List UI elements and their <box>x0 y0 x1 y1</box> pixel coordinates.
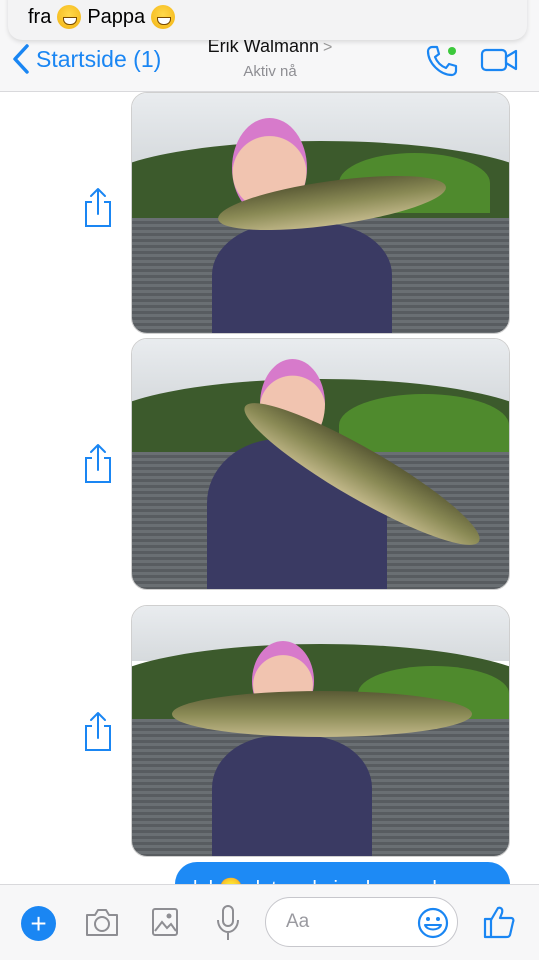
shared-photo[interactable] <box>131 92 510 334</box>
camera-icon[interactable] <box>84 906 120 938</box>
grinning-emoji-icon <box>151 5 176 29</box>
share-icon[interactable] <box>83 442 113 484</box>
gallery-icon[interactable] <box>150 906 180 938</box>
share-icon[interactable] <box>83 710 113 752</box>
notification-text-before: fra <box>28 5 52 28</box>
notification-banner[interactable]: fra Pappa <box>8 0 527 40</box>
share-icon[interactable] <box>83 186 113 228</box>
grinning-emoji-icon <box>57 5 82 29</box>
contact-status: Aktiv nå <box>243 63 297 80</box>
back-button[interactable]: Startside (1) <box>12 44 161 74</box>
notification-text-after: Pappa <box>87 5 146 28</box>
back-chevron-icon <box>13 44 29 74</box>
phone-icon[interactable] <box>425 44 459 78</box>
emoji-icon[interactable] <box>416 906 450 940</box>
plus-icon[interactable]: + <box>21 906 56 941</box>
contact-info[interactable]: Erik Walmann > Aktiv nå <box>190 36 350 80</box>
chevron-right-icon: > <box>323 39 333 56</box>
thumbs-up-icon[interactable] <box>482 904 516 940</box>
back-label: Startside (1) <box>36 45 162 72</box>
shared-photo[interactable] <box>131 338 510 590</box>
message-input-placeholder: Aa <box>286 911 310 932</box>
microphone-icon[interactable] <box>215 904 241 942</box>
video-icon[interactable] <box>480 46 518 74</box>
shared-photo[interactable] <box>131 605 510 857</box>
